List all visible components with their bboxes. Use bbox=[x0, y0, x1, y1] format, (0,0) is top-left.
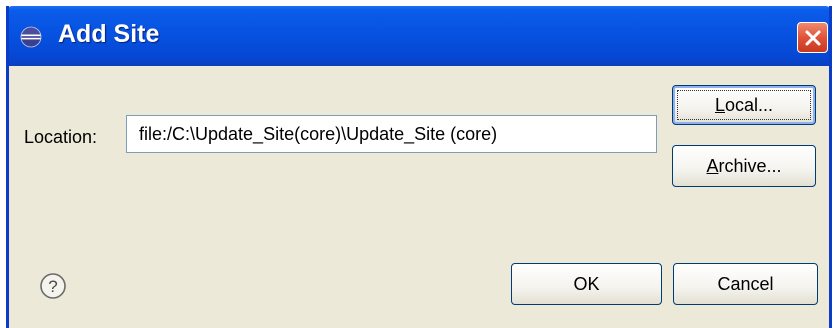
svg-text:?: ? bbox=[48, 277, 57, 296]
location-input[interactable] bbox=[126, 115, 657, 153]
local-button[interactable]: Local... bbox=[672, 85, 816, 125]
dialog-title: Add Site bbox=[58, 20, 160, 48]
location-label: Location: bbox=[24, 127, 98, 147]
cancel-button[interactable]: Cancel bbox=[673, 263, 818, 305]
close-button[interactable] bbox=[797, 22, 828, 53]
close-icon bbox=[805, 30, 820, 45]
title-bar[interactable]: Add Site bbox=[9, 6, 829, 66]
archive-button[interactable]: Archive... bbox=[672, 145, 816, 187]
help-icon[interactable]: ? bbox=[39, 272, 67, 300]
local-mnemonic: L bbox=[714, 94, 725, 115]
local-label: ocal... bbox=[724, 94, 774, 115]
archive-label: rchive... bbox=[718, 155, 782, 176]
ok-button[interactable]: OK bbox=[511, 263, 662, 305]
eclipse-icon bbox=[20, 26, 42, 48]
archive-mnemonic: A bbox=[706, 155, 719, 176]
add-site-dialog: Add Site Location: Local... Archive... ?… bbox=[6, 6, 832, 328]
